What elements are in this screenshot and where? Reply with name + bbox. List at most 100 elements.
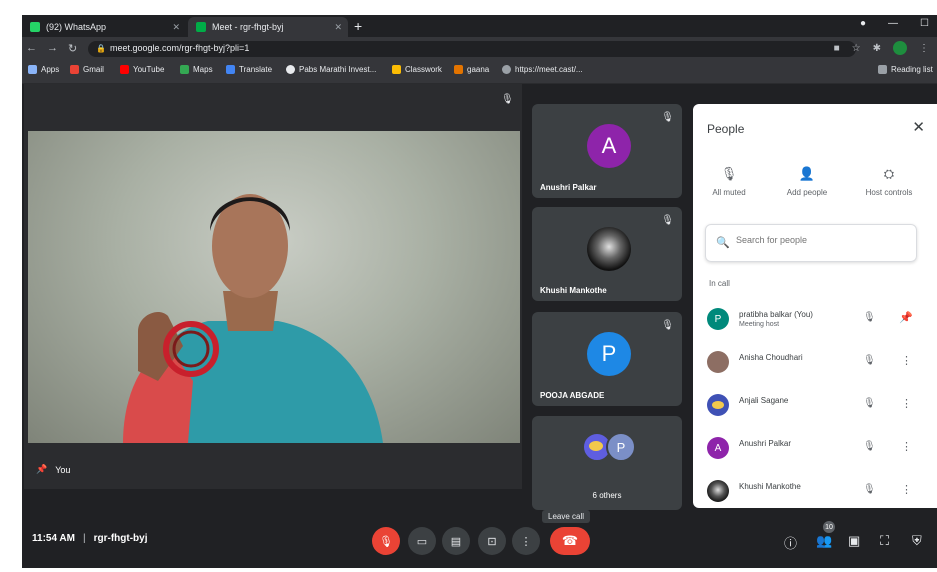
present-button[interactable]: ⊡ — [478, 527, 506, 555]
participant-name: Khushi Mankothe — [540, 286, 607, 295]
self-label: 📌 You — [36, 464, 70, 475]
menu-icon[interactable]: ⋮ — [919, 43, 929, 54]
browser-window: (92) WhatsApp ✕ Meet - rgr-fhgt-byj ✕ + … — [22, 15, 937, 568]
add-people-button[interactable]: 👤 Add people — [767, 166, 847, 197]
tab-whatsapp[interactable]: (92) WhatsApp ✕ — [22, 17, 186, 37]
more-options-icon[interactable]: ⋮ — [901, 483, 912, 496]
omnibox[interactable]: 🔒 meet.google.com/rgr-fhgt-byj?pli=1 — [88, 41, 856, 57]
search-input[interactable] — [734, 234, 908, 246]
close-icon[interactable]: ✕ — [912, 118, 925, 136]
main-video-tile[interactable]: 🎙 📌 You — [24, 84, 522, 489]
close-tab-icon[interactable]: ✕ — [334, 22, 342, 33]
meet-icon — [196, 22, 206, 32]
others-tile[interactable]: P 6 others — [532, 416, 682, 510]
search-icon: 🔍 — [716, 237, 730, 249]
participant-row[interactable]: P pratibha balkar (You) Meeting host 🎙 📌 — [693, 300, 937, 340]
profile-avatar[interactable] — [893, 41, 907, 55]
more-options-icon[interactable]: ⋮ — [901, 354, 912, 367]
bookmarks-bar: Apps Gmail YouTube Maps Translate Pabs M… — [22, 61, 937, 84]
bookmark-gmail[interactable]: Gmail — [70, 65, 104, 74]
participant-row[interactable]: A Anushri Palkar 🎙 ⋮ — [693, 429, 937, 469]
search-box[interactable]: 🔍 — [705, 224, 917, 262]
chat-icon[interactable]: ▣ — [848, 533, 860, 549]
classroom-icon — [392, 65, 401, 74]
bookmark-star-icon[interactable]: ☆ — [852, 43, 861, 54]
people-panel: People ✕ 🎙 All muted 👤 Add people ⛭ Host… — [693, 104, 937, 508]
participant-tile[interactable]: 🎙 Khushi Mankothe — [532, 207, 682, 301]
avatar — [587, 227, 631, 271]
participant-row[interactable]: Anjali Sagane 🎙 ⋮ — [693, 386, 937, 426]
in-call-heading: In call — [709, 279, 730, 288]
avatar: A — [707, 437, 729, 459]
mic-toggle-button[interactable]: 🎙 — [372, 527, 400, 555]
mic-off-icon[interactable]: 🎙 — [863, 398, 876, 409]
avatar: P — [707, 308, 729, 330]
camera-permission-icon[interactable]: ■ — [834, 43, 840, 54]
avatar — [707, 351, 729, 373]
activities-icon[interactable]: ⛶ — [880, 533, 889, 549]
forward-icon[interactable]: → — [47, 42, 58, 55]
camera-toggle-button[interactable]: ▭ — [408, 527, 436, 555]
bookmark-youtube[interactable]: YouTube — [120, 65, 164, 74]
bookmark-apps[interactable]: Apps — [28, 65, 59, 74]
host-controls-icon[interactable]: ⛨ — [912, 533, 922, 549]
avatar: A — [587, 124, 631, 168]
extensions-icon[interactable]: ✱ — [873, 43, 881, 54]
participant-name: POOJA ABGADE — [540, 391, 605, 400]
minimize-icon[interactable]: — — [888, 18, 898, 29]
close-tab-icon[interactable]: ✕ — [172, 22, 180, 33]
bookmark-classwork[interactable]: Classwork — [392, 65, 442, 74]
panel-title: People — [707, 122, 745, 136]
camera-icon: ▭ — [416, 535, 428, 548]
back-icon[interactable]: ← — [26, 42, 37, 55]
youtube-icon — [120, 65, 129, 74]
pin-icon[interactable]: 📌 — [899, 311, 913, 324]
others-count: 6 others — [592, 491, 622, 500]
captions-button[interactable]: ▤ — [442, 527, 470, 555]
participant-tile[interactable]: 🎙 A Anushri Palkar — [532, 104, 682, 198]
mic-off-icon[interactable]: 🎙 — [863, 355, 876, 366]
more-options-icon: ⋮ — [520, 535, 532, 548]
people-icon[interactable]: 👥 — [816, 533, 832, 549]
url-text[interactable]: meet.google.com/rgr-fhgt-byj?pli=1 — [110, 43, 249, 53]
mic-off-icon[interactable]: 🎙 — [863, 312, 876, 323]
mic-off-icon[interactable]: 🎙 — [863, 441, 876, 452]
nav-buttons: ← → ↻ — [26, 42, 77, 55]
reload-icon[interactable]: ↻ — [68, 42, 77, 55]
maximize-icon[interactable]: ☐ — [920, 18, 929, 29]
bookmark-gaana[interactable]: gaana — [454, 65, 489, 74]
meeting-details-icon[interactable]: ⓘ — [784, 533, 797, 552]
pin-icon[interactable]: 📌 — [36, 464, 47, 475]
tab-title: Meet - rgr-fhgt-byj — [212, 22, 284, 32]
participant-name: Anjali Sagane — [739, 396, 789, 405]
avatar — [707, 480, 729, 502]
phone-hangup-icon: ☎ — [561, 533, 579, 548]
new-tab-button[interactable]: + — [354, 18, 362, 34]
more-options-icon[interactable]: ⋮ — [901, 440, 912, 453]
mic-off-icon[interactable]: 🎙 — [863, 484, 876, 495]
bookmark-maps[interactable]: Maps — [180, 65, 213, 74]
translate-icon — [226, 65, 235, 74]
more-options-button[interactable]: ⋮ — [512, 527, 540, 555]
bookmark-pabs[interactable]: Pabs Marathi Invest... — [286, 65, 376, 74]
address-bar-row: ← → ↻ 🔒 meet.google.com/rgr-fhgt-byj?pli… — [22, 37, 937, 61]
reading-list[interactable]: Reading list — [878, 65, 933, 74]
participant-tile[interactable]: 🎙 P POOJA ABGADE — [532, 312, 682, 406]
globe-icon — [502, 65, 511, 74]
bookmark-translate[interactable]: Translate — [226, 65, 272, 74]
mic-off-icon: 🎙 — [661, 215, 674, 226]
participant-row[interactable]: Anisha Choudhari 🎙 ⋮ — [693, 343, 937, 383]
bookmark-cast[interactable]: https://meet.cast/... — [502, 65, 583, 74]
avatar — [707, 394, 729, 416]
clock: 11:54 AM — [32, 533, 75, 544]
host-controls-button[interactable]: ⛭ Host controls — [849, 166, 929, 197]
participant-row[interactable]: Khushi Mankothe 🎙 ⋮ — [693, 472, 937, 508]
meeting-code: rgr-fhgt-byj — [93, 533, 148, 544]
leave-call-button[interactable]: ☎ — [550, 527, 590, 555]
more-options-icon[interactable]: ⋮ — [901, 397, 912, 410]
control-bar: 11:54 AM | rgr-fhgt-byj Leave call 🎙 ▭ ▤… — [22, 510, 937, 568]
video-frame — [123, 194, 383, 443]
mute-all-button[interactable]: 🎙 All muted — [693, 166, 769, 197]
record-icon[interactable]: ● — [860, 18, 866, 29]
tab-meet[interactable]: Meet - rgr-fhgt-byj ✕ — [188, 17, 348, 37]
